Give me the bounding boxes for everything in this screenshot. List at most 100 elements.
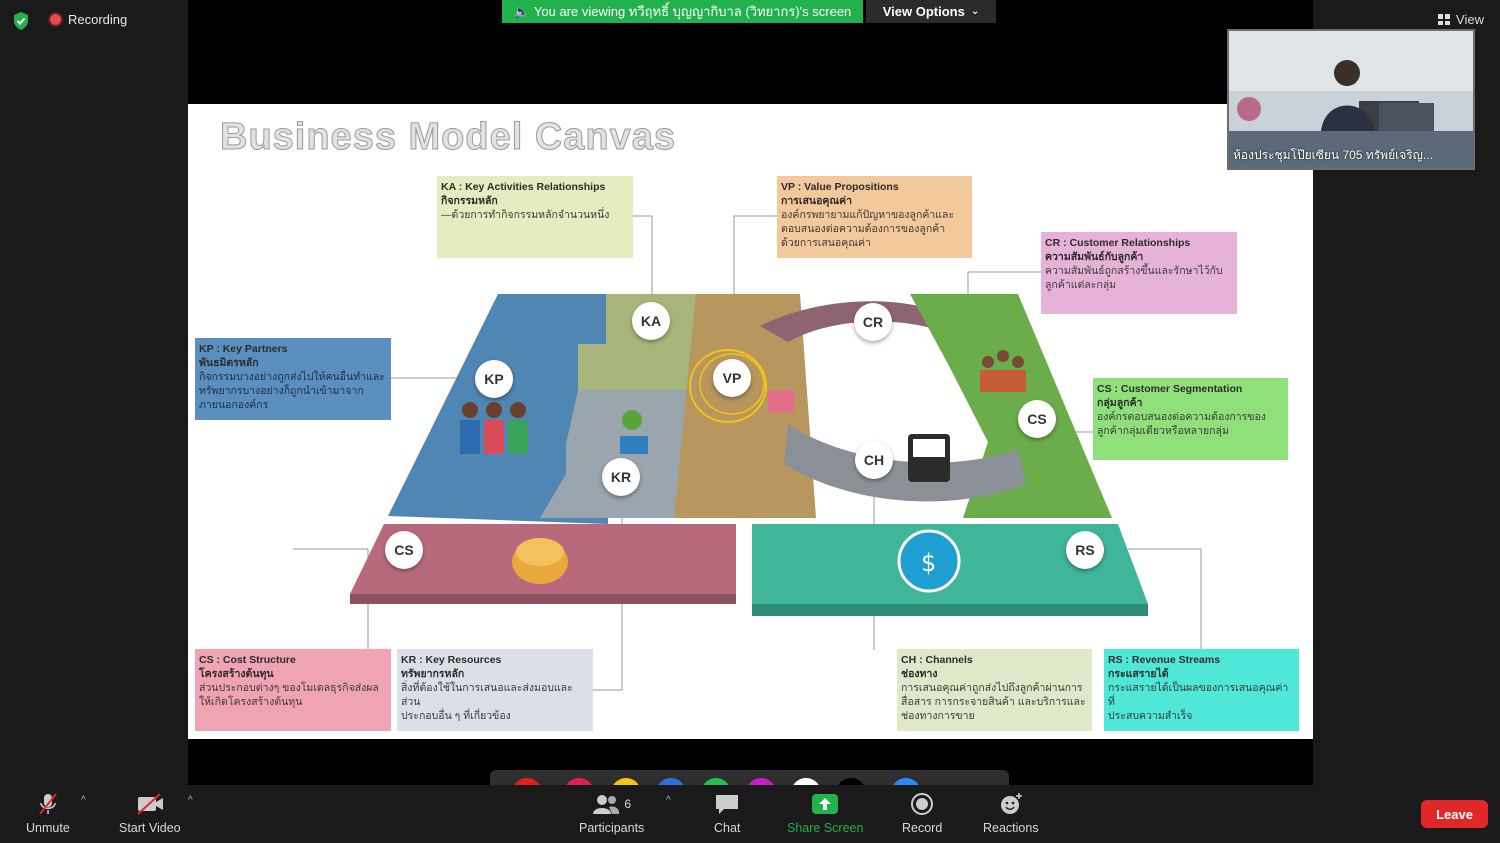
recording-label: Recording: [68, 12, 128, 27]
note-body-line: ลูกค้ากลุ่มเดียวหรือหลายกลุ่ม: [1097, 425, 1229, 437]
chat-label: Chat: [714, 821, 741, 835]
reactions-button[interactable]: Reactions: [983, 791, 1039, 835]
chevron-down-icon: ⌄: [970, 6, 980, 17]
note-body-line: ประสบความสำเร็จ: [1108, 710, 1193, 722]
meeting-toolbar: Unmute ^ Start Video ^ 6 Participants ^ …: [0, 785, 1500, 843]
note-body-line: กระแสรายได้เป็นผลของการเสนอคุณค่าที่: [1108, 682, 1289, 708]
note-body-line: ให้เกิดโครงสร้างต้นทุน: [199, 696, 303, 708]
ch-circle-label: CH: [855, 441, 893, 479]
note-body-line: ประกอบอื่น ๆ ที่เกี่ยวข้อง: [401, 710, 511, 722]
note-title: VP : Value Propositions: [781, 181, 899, 193]
note-thai-title: การเสนอคุณค่า: [781, 195, 853, 207]
note-title: CR : Customer Relationships: [1045, 237, 1191, 249]
share-screen-icon: [812, 794, 839, 814]
recording-indicator[interactable]: Recording: [50, 12, 127, 27]
note-body-line: ความสัมพันธ์ถูกสร้างขึ้นและรักษาไว้กับ: [1045, 265, 1223, 277]
record-icon: [911, 793, 934, 815]
svg-text:$: $: [921, 549, 936, 577]
speaker-icon: 🔈: [513, 3, 530, 19]
reactions-label: Reactions: [983, 821, 1039, 835]
unmute-button[interactable]: Unmute: [26, 791, 70, 835]
note-body-line: องค์กรพยายามแก้ปัญหาของลูกค้าและ: [781, 209, 955, 221]
viewing-banner: 🔈 You are viewing ทวีฤทธิ์ บุญญากิบาล (ว…: [502, 0, 863, 23]
note-customer-relationships: CR : Customer Relationships ความสัมพันธ์…: [1041, 232, 1237, 314]
note-body-line: ด้วยการเสนอคุณค่า: [781, 237, 871, 249]
kp-circle-label: KP: [475, 360, 513, 398]
participants-label: Participants: [579, 821, 645, 835]
muted-microphone-icon: [39, 793, 57, 815]
note-thai-title: กระแสรายได้: [1108, 668, 1169, 680]
note-body-line: ลูกค้าแต่ละกลุ่ม: [1045, 279, 1117, 291]
note-value-propositions: VP : Value Propositions การเสนอคุณค่า อง…: [777, 176, 972, 258]
cs-cost-circle-label: CS: [385, 531, 423, 569]
note-body-line: องค์กรตอบสนองต่อความต้องการของ: [1097, 411, 1266, 423]
note-title: RS : Revenue Streams: [1108, 654, 1221, 666]
view-options-button[interactable]: View Options ⌄: [866, 0, 996, 23]
reactions-emoji-icon: [1000, 793, 1022, 814]
note-title: KP : Key Partners: [199, 343, 288, 355]
participant-name: ห้องประชุมโป๊ยเซียน 705 ทรัพย์เจริญ...: [1233, 148, 1433, 162]
security-shield-icon[interactable]: [12, 11, 30, 31]
cs-segment-circle-label: CS: [1018, 400, 1056, 438]
audio-options-caret-icon[interactable]: ^: [81, 795, 86, 806]
ka-circle-label: KA: [632, 302, 670, 340]
note-thai-title: โครงสร้างต้นทุน: [199, 668, 274, 680]
note-revenue-streams: RS : Revenue Streams กระแสรายได้ กระแสรา…: [1104, 649, 1299, 731]
share-screen-label: Share Screen: [787, 821, 864, 835]
view-options-label: View Options: [882, 4, 965, 19]
note-key-activities: KA : Key Activities Relationships กิจกรร…: [437, 176, 633, 258]
note-body-line: ช่องทางการขาย: [901, 710, 975, 722]
note-body-line: ส่วนประกอบต่างๆ ของโมเดลธุรกิจส่งผล: [199, 682, 379, 694]
video-thumbnail[interactable]: ห้องประชุมโป๊ยเซียน 705 ทรัพย์เจริญ...: [1227, 29, 1475, 170]
chat-button[interactable]: Chat: [714, 791, 740, 835]
participants-icon: [593, 795, 620, 814]
note-title: CH : Channels: [901, 654, 973, 666]
cr-circle-label: CR: [854, 303, 892, 341]
note-thai-title: กลุ่มลูกค้า: [1097, 397, 1143, 409]
chat-icon: [716, 795, 739, 814]
note-title: CS : Customer Segmentation: [1097, 383, 1243, 395]
recording-dot-icon: [50, 14, 61, 25]
note-customer-segmentation: CS : Customer Segmentation กลุ่มลูกค้า อ…: [1093, 378, 1288, 460]
start-video-button[interactable]: Start Video: [119, 791, 181, 835]
share-screen-button[interactable]: Share Screen: [787, 791, 863, 835]
note-thai-title: ทรัพยากรหลัก: [401, 668, 465, 680]
note-body-line: สิ่งที่ต้องใช้ในการเสนอและส่งมอบและส่วน: [401, 682, 573, 708]
view-button[interactable]: View: [1438, 12, 1484, 27]
note-key-resources: KR : Key Resources ทรัพยากรหลัก สิ่งที่ต…: [397, 649, 593, 731]
leave-button[interactable]: Leave: [1421, 800, 1488, 828]
video-off-icon: [137, 793, 163, 815]
note-body-line: ตอบสนองต่อความต้องการของลูกค้า: [781, 223, 946, 235]
start-video-label: Start Video: [119, 821, 181, 835]
note-body-line: ภายนอกองค์กร: [199, 399, 269, 411]
note-thai-title: พันธมิตรหลัก: [199, 357, 259, 369]
participants-button[interactable]: 6 Participants: [579, 791, 644, 835]
video-options-caret-icon[interactable]: ^: [188, 795, 193, 806]
note-body-line: สื่อสาร การกระจายสินค้า และบริการและ: [901, 696, 1086, 708]
participants-count: 6: [624, 797, 631, 811]
view-label: View: [1456, 12, 1484, 27]
note-body-line: การเสนอคุณค่าถูกส่งไปถึงลูกค้าผ่านการ: [901, 682, 1083, 694]
note-thai-title: กิจกรรมหลัก: [441, 195, 498, 207]
viewing-text: You are viewing ทวีฤทธิ์ บุญญากิบาล (วิท…: [533, 4, 852, 19]
vp-circle-label: VP: [713, 359, 751, 397]
kr-circle-label: KR: [602, 458, 640, 496]
note-key-partners: KP : Key Partners พันธมิตรหลัก กิจกรรมบา…: [195, 338, 391, 420]
zoom-meeting-window: Recording 🔈 You are viewing ทวีฤทธิ์ บุญ…: [0, 0, 1500, 843]
note-body-line: ทรัพยากรบางอย่างก็ถูกนำเข้ามาจาก: [199, 385, 364, 397]
slide-business-model-canvas: Business Model Canvas $ KA KP VP CR CS K…: [188, 104, 1313, 739]
note-title: CS : Cost Structure: [199, 654, 296, 666]
note-title: KA : Key Activities Relationships: [441, 181, 606, 193]
note-thai-title: ความสัมพันธ์กับลูกค้า: [1045, 251, 1144, 263]
record-button[interactable]: Record: [902, 791, 942, 835]
note-channels: CH : Channels ช่องทาง การเสนอคุณค่าถูกส่…: [897, 649, 1092, 731]
unmute-label: Unmute: [26, 821, 70, 835]
record-label: Record: [902, 821, 943, 835]
note-cost-structure: CS : Cost Structure โครงสร้างต้นทุน ส่วน…: [195, 649, 391, 731]
rs-circle-label: RS: [1066, 531, 1104, 569]
grid-view-icon: [1438, 14, 1451, 25]
note-title: KR : Key Resources: [401, 654, 502, 666]
participants-options-caret-icon[interactable]: ^: [666, 795, 671, 806]
note-body-line: —ด้วยการทำกิจกรรมหลักจำนวนหนึ่ง: [441, 209, 610, 221]
note-body-line: กิจกรรมบางอย่างถูกส่งไปให้คนอื่นทำและ: [199, 371, 385, 383]
